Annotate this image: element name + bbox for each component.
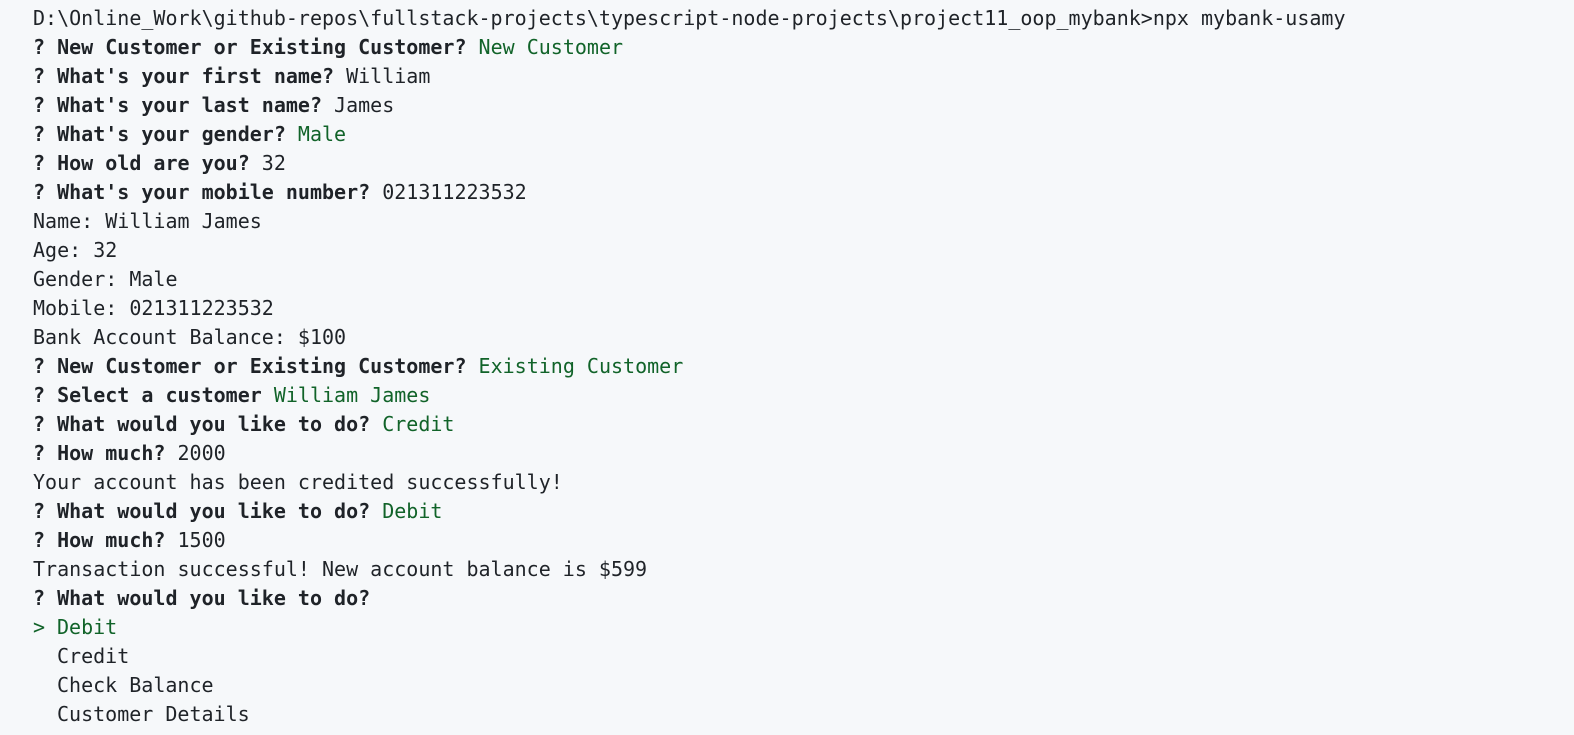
command-text: npx mybank-usamy — [1152, 6, 1346, 30]
prompt-question-mark: ? — [33, 528, 46, 552]
prompt-text: What's your first name? — [57, 64, 335, 88]
terminal-window[interactable]: D:\Online_Work\github-repos\fullstack-pr… — [0, 0, 1574, 735]
prompt-answer: 32 — [261, 151, 286, 175]
prompt-line: ? What's your mobile number? 02131122353… — [33, 178, 1574, 207]
prompt-line: ? How much? 1500 — [33, 526, 1574, 555]
prompt-answer: 2000 — [177, 441, 226, 465]
prompt-line: ? How much? 2000 — [33, 439, 1574, 468]
prompt-text: New Customer or Existing Customer? — [57, 354, 467, 378]
prompt-line: ? New Customer or Existing Customer? Exi… — [33, 352, 1574, 381]
prompt-text: What's your last name? — [57, 93, 322, 117]
prompt-answer: 1500 — [177, 528, 226, 552]
prompt-line: ? Select a customer William James — [33, 381, 1574, 410]
prompt-text: What's your gender? — [57, 122, 286, 146]
prompt-text: How much? — [57, 528, 166, 552]
prompt-question-mark: ? — [33, 64, 46, 88]
prompt-line: ? New Customer or Existing Customer? New… — [33, 33, 1574, 62]
prompt-question-mark: ? — [33, 180, 46, 204]
debit-message: Transaction successful! New account bala… — [33, 557, 648, 581]
cwd-path: D:\Online_Work\github-repos\fullstack-pr… — [33, 6, 1153, 30]
prompt-answer: William — [346, 64, 431, 88]
prompt-text: How much? — [57, 441, 166, 465]
prompt-question-mark: ? — [33, 412, 46, 436]
menu-option-label: Credit — [57, 644, 130, 668]
menu-option-label: Customer Details — [57, 702, 250, 726]
prompt-answer: New Customer — [478, 35, 624, 59]
menu-option-debit[interactable]: > Debit — [33, 613, 1574, 642]
prompt-question-mark: ? — [33, 383, 46, 407]
customer-detail-line: Gender: Male — [33, 267, 178, 291]
prompt-line: ? What's your last name? James — [33, 91, 1574, 120]
command-line: D:\Online_Work\github-repos\fullstack-pr… — [33, 4, 1574, 33]
prompt-question-mark: ? — [33, 122, 46, 146]
prompt-answer: William James — [273, 383, 431, 407]
prompt-text: New Customer or Existing Customer? — [57, 35, 467, 59]
prompt-answer: Existing Customer — [478, 354, 684, 378]
prompt-line: ? What's your first name? William — [33, 62, 1574, 91]
menu-option-label: Debit — [57, 615, 118, 639]
customer-detail-line: Name: William James — [33, 209, 262, 233]
menu-option-check-balance[interactable]: Check Balance — [33, 671, 1574, 700]
prompt-answer: 021311223532 — [382, 180, 527, 204]
prompt-question-mark: ? — [33, 93, 46, 117]
menu-option-customer-details[interactable]: Customer Details — [33, 700, 1574, 729]
prompt-text: What would you like to do? — [57, 499, 371, 523]
credit-message: Your account has been credited successfu… — [33, 470, 563, 494]
prompt-question-mark: ? — [33, 35, 46, 59]
prompt-question-mark: ? — [33, 441, 46, 465]
customer-detail-line: Mobile: 021311223532 — [33, 296, 274, 320]
customer-detail-line: Bank Account Balance: $100 — [33, 325, 347, 349]
prompt-answer: Debit — [382, 499, 443, 523]
prompt-text: How old are you? — [57, 151, 250, 175]
prompt-line: ? How old are you? 32 — [33, 149, 1574, 178]
prompt-answer: Male — [297, 122, 347, 146]
prompt-question-mark: ? — [33, 499, 46, 523]
action-menu[interactable]: > Debit Credit Check Balance Customer Detail… — [33, 613, 1574, 729]
prompt-question-mark: ? — [33, 151, 46, 175]
prompt-line: ? What would you like to do? Debit — [33, 497, 1574, 526]
final-prompt: ? What would you like to do? — [33, 584, 1574, 613]
prompt-answer: James — [334, 93, 395, 117]
customer-detail-line: Age: 32 — [33, 238, 118, 262]
prompt-question-mark: ? — [33, 354, 46, 378]
menu-option-credit[interactable]: Credit — [33, 642, 1574, 671]
prompt-question-mark: ? — [33, 586, 46, 610]
prompt-line: ? What's your gender? Male — [33, 120, 1574, 149]
prompt-text: Select a customer — [57, 383, 262, 407]
prompt-text: What's your mobile number? — [57, 180, 371, 204]
prompt-text: What would you like to do? — [57, 412, 371, 436]
prompt-text: What would you like to do? — [57, 586, 371, 610]
menu-option-label: Check Balance — [57, 673, 214, 697]
prompt-line: ? What would you like to do? Credit — [33, 410, 1574, 439]
selection-pointer-icon: > — [33, 615, 46, 639]
prompt-answer: Credit — [382, 412, 455, 436]
